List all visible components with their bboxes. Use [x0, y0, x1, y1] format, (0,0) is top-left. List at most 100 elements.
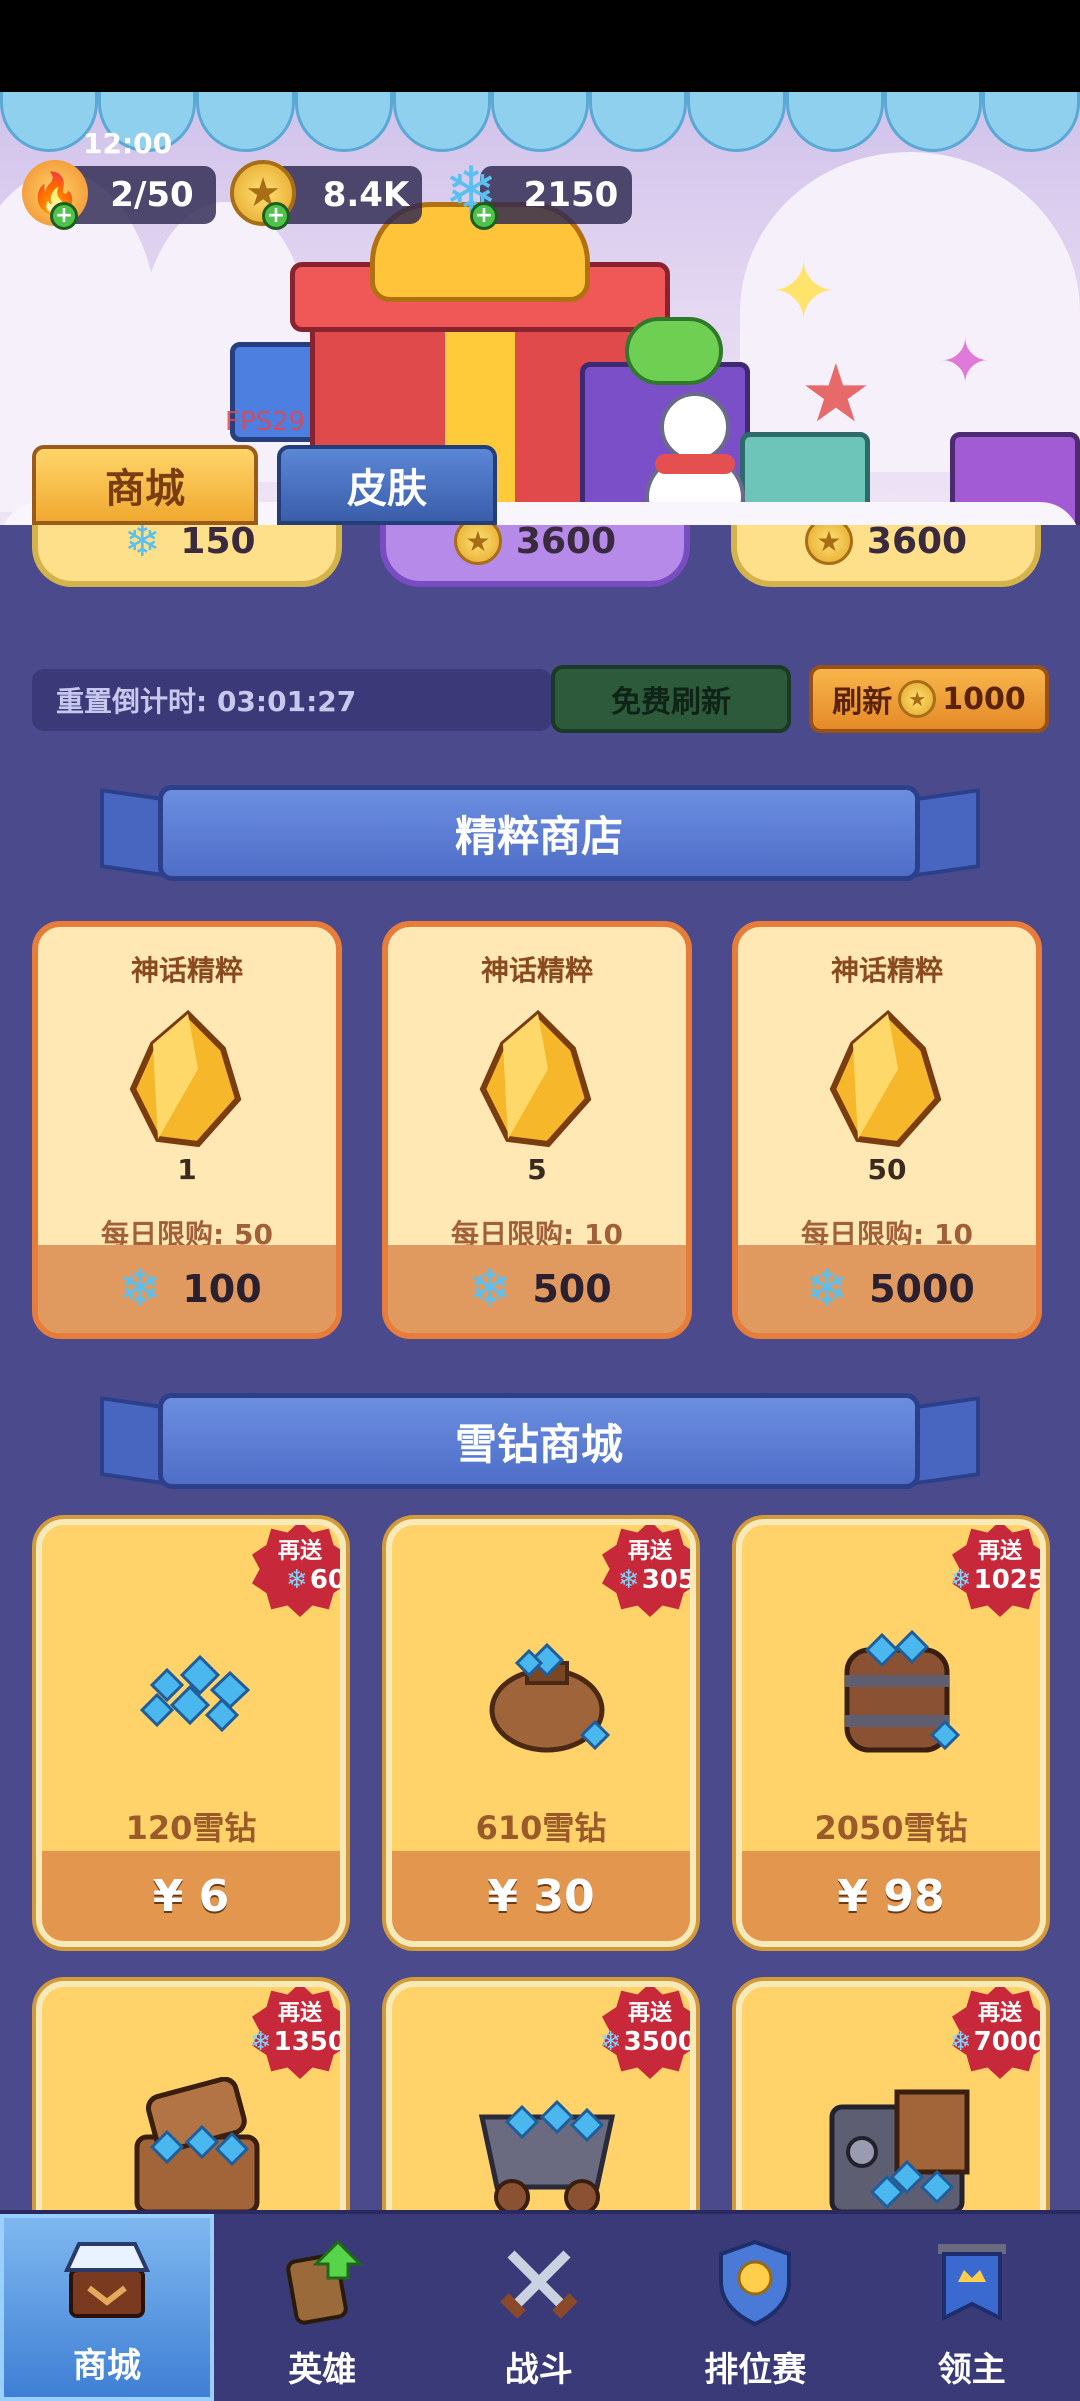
crystal-icon	[829, 1009, 942, 1148]
hero-card-icon	[274, 2234, 370, 2330]
nav-label: 英雄	[288, 2350, 357, 2390]
add-diamonds-button[interactable]: +	[470, 202, 498, 230]
rank-shield-icon	[707, 2234, 803, 2330]
diamond-pack-card[interactable]: 2050雪钻 ¥ 98 再送 ❄1025	[736, 1519, 1046, 1947]
snowflake-icon: ❄	[949, 2027, 972, 2057]
bonus-badge: 再送 ❄305	[602, 1525, 696, 1617]
ribbon-end-decoration	[910, 788, 980, 878]
add-stamina-button[interactable]: +	[50, 202, 78, 230]
diamond-value: 2150	[523, 175, 619, 215]
crossed-swords-icon	[491, 2234, 587, 2330]
bonus-amount: 60	[309, 1565, 346, 1595]
lord-banner-icon	[924, 2234, 1020, 2330]
item-price: 150	[180, 525, 256, 562]
crystal-icon	[129, 1009, 242, 1148]
snowflake-icon: ❄	[118, 1259, 163, 1319]
refresh-label: 刷新	[832, 685, 893, 720]
buy-button[interactable]: ❄ 100	[38, 1245, 336, 1333]
snowflake-icon: ❄	[123, 525, 161, 567]
buy-button[interactable]: ❄ 500	[388, 1245, 686, 1333]
nav-item-ranked[interactable]: 排位赛	[647, 2214, 864, 2401]
nav-label: 商城	[73, 2346, 141, 2386]
diamond-chest-icon	[134, 2077, 260, 2210]
star-decoration: ★	[800, 347, 872, 440]
section-title-essence: 精粹商店	[158, 785, 920, 881]
nav-item-shop[interactable]: 商城	[0, 2214, 214, 2401]
pack-price-button[interactable]: ¥ 6	[42, 1851, 340, 1941]
bonus-amount: 1350	[273, 2027, 346, 2057]
bonus-badge: 再送 ❄60	[252, 1525, 346, 1617]
nav-item-lord[interactable]: 领主	[864, 2214, 1080, 2401]
coin-icon: ★	[898, 680, 937, 718]
item-quantity: 5	[527, 1153, 547, 1186]
essence-item-card[interactable]: 神话精粹 1 每日限购: 50 ❄ 100	[32, 921, 342, 1339]
diamond-pile-icon	[139, 1654, 251, 1733]
shop-item-card[interactable]: ★ 3600	[731, 525, 1041, 587]
tab-shop[interactable]: 商城	[32, 445, 258, 525]
bottom-nav: 商城 英雄 战斗 排位赛 领主	[0, 2210, 1080, 2401]
nav-label: 排位赛	[704, 2350, 807, 2390]
ribbon-end-decoration	[910, 1396, 980, 1486]
pack-label: 120雪钻	[125, 1809, 257, 1847]
bonus-amount: 3500	[623, 2027, 696, 2057]
diamond-barrel-icon	[844, 1629, 961, 1753]
bonus-badge: 再送 ❄3500	[599, 1987, 696, 2079]
paid-refresh-button[interactable]: 刷新 ★ 1000	[809, 665, 1049, 733]
stamina-value: 2/50	[110, 175, 194, 215]
free-refresh-button[interactable]: 免费刷新	[551, 665, 791, 733]
shop-item-card[interactable]: ★ 3600	[380, 525, 690, 587]
bonus-amount: 1025	[973, 1565, 1046, 1595]
bonus-label: 再送	[627, 1539, 672, 1564]
reset-countdown: 重置倒计时: 03:01:27	[32, 669, 552, 731]
item-quantity: 1	[177, 1153, 197, 1186]
fps-counter: FPS29	[225, 407, 306, 437]
pack-price-button[interactable]: ¥ 30	[392, 1851, 690, 1941]
pack-label: 2050雪钻	[814, 1809, 968, 1847]
diamond-pack-card[interactable]: 再送 ❄3500	[386, 1981, 696, 2210]
diamond-sack-icon	[489, 1642, 611, 1753]
pack-price-button[interactable]: ¥ 98	[742, 1851, 1040, 1941]
coin-value: 8.4K	[322, 175, 410, 215]
item-name: 神话精粹	[830, 954, 943, 987]
diamond-pack-card[interactable]: 再送 ❄7000	[736, 1981, 1046, 2210]
shop-item-card[interactable]: ❄ 150	[32, 525, 342, 587]
buy-button[interactable]: ❄ 5000	[738, 1245, 1036, 1333]
crystal-icon	[479, 1009, 592, 1148]
diamond-cart-icon	[478, 2099, 616, 2210]
bonus-badge: 再送 ❄1025	[949, 1525, 1046, 1617]
diamond-pack-card[interactable]: 再送 ❄1350	[36, 1981, 346, 2210]
nav-item-hero[interactable]: 英雄	[214, 2214, 431, 2401]
snowflake-icon: ❄	[805, 1259, 849, 1319]
bonus-badge: 再送 ❄1350	[250, 1987, 346, 2079]
nav-label: 战斗	[504, 2350, 573, 2390]
shop-content[interactable]: ❄ 150 ★ 3600 ★ 3600 重置倒计时: 03:01:27 免费刷新…	[0, 525, 1080, 2210]
add-coins-button[interactable]: +	[262, 202, 290, 230]
nav-item-battle[interactable]: 战斗	[431, 2214, 648, 2401]
shop-icon	[59, 2230, 155, 2326]
diamond-pack-card[interactable]: 120雪钻 ¥ 6 再送 ❄60	[36, 1519, 346, 1947]
essence-item-card[interactable]: 神话精粹 50 每日限购: 10 ❄ 5000	[732, 921, 1042, 1339]
bonus-label: 再送	[977, 1539, 1022, 1564]
status-bar	[0, 0, 1080, 92]
snowflake-icon: ❄	[949, 1565, 972, 1595]
refresh-cost: 1000	[942, 681, 1026, 717]
snowflake-icon: ❄	[617, 1565, 640, 1595]
bonus-amount: 305	[641, 1565, 696, 1595]
snowflake-icon: ❄	[286, 1565, 308, 1595]
snowflake-icon: ❄	[468, 1259, 513, 1319]
bonus-label: 再送	[277, 1539, 322, 1564]
diamond-vault-icon	[829, 2089, 970, 2210]
snowflake-icon: ❄	[599, 2027, 622, 2057]
item-quantity: 50	[867, 1153, 907, 1186]
tab-skin[interactable]: 皮肤	[277, 445, 497, 525]
essence-item-card[interactable]: 神话精粹 5 每日限购: 10 ❄ 500	[382, 921, 692, 1339]
bonus-badge: 再送 ❄7000	[949, 1987, 1040, 2079]
bonus-label: 再送	[977, 2001, 1022, 2026]
item-name: 神话精粹	[480, 954, 593, 987]
item-price: 500	[532, 1267, 612, 1311]
game-clock: 12:00	[83, 127, 173, 160]
star-decoration: ✦	[940, 327, 991, 397]
star-decoration: ✦	[770, 245, 838, 338]
diamond-pack-card[interactable]: 610雪钻 ¥ 30 再送 ❄305	[386, 1519, 696, 1947]
coin-icon: ★	[804, 525, 853, 565]
